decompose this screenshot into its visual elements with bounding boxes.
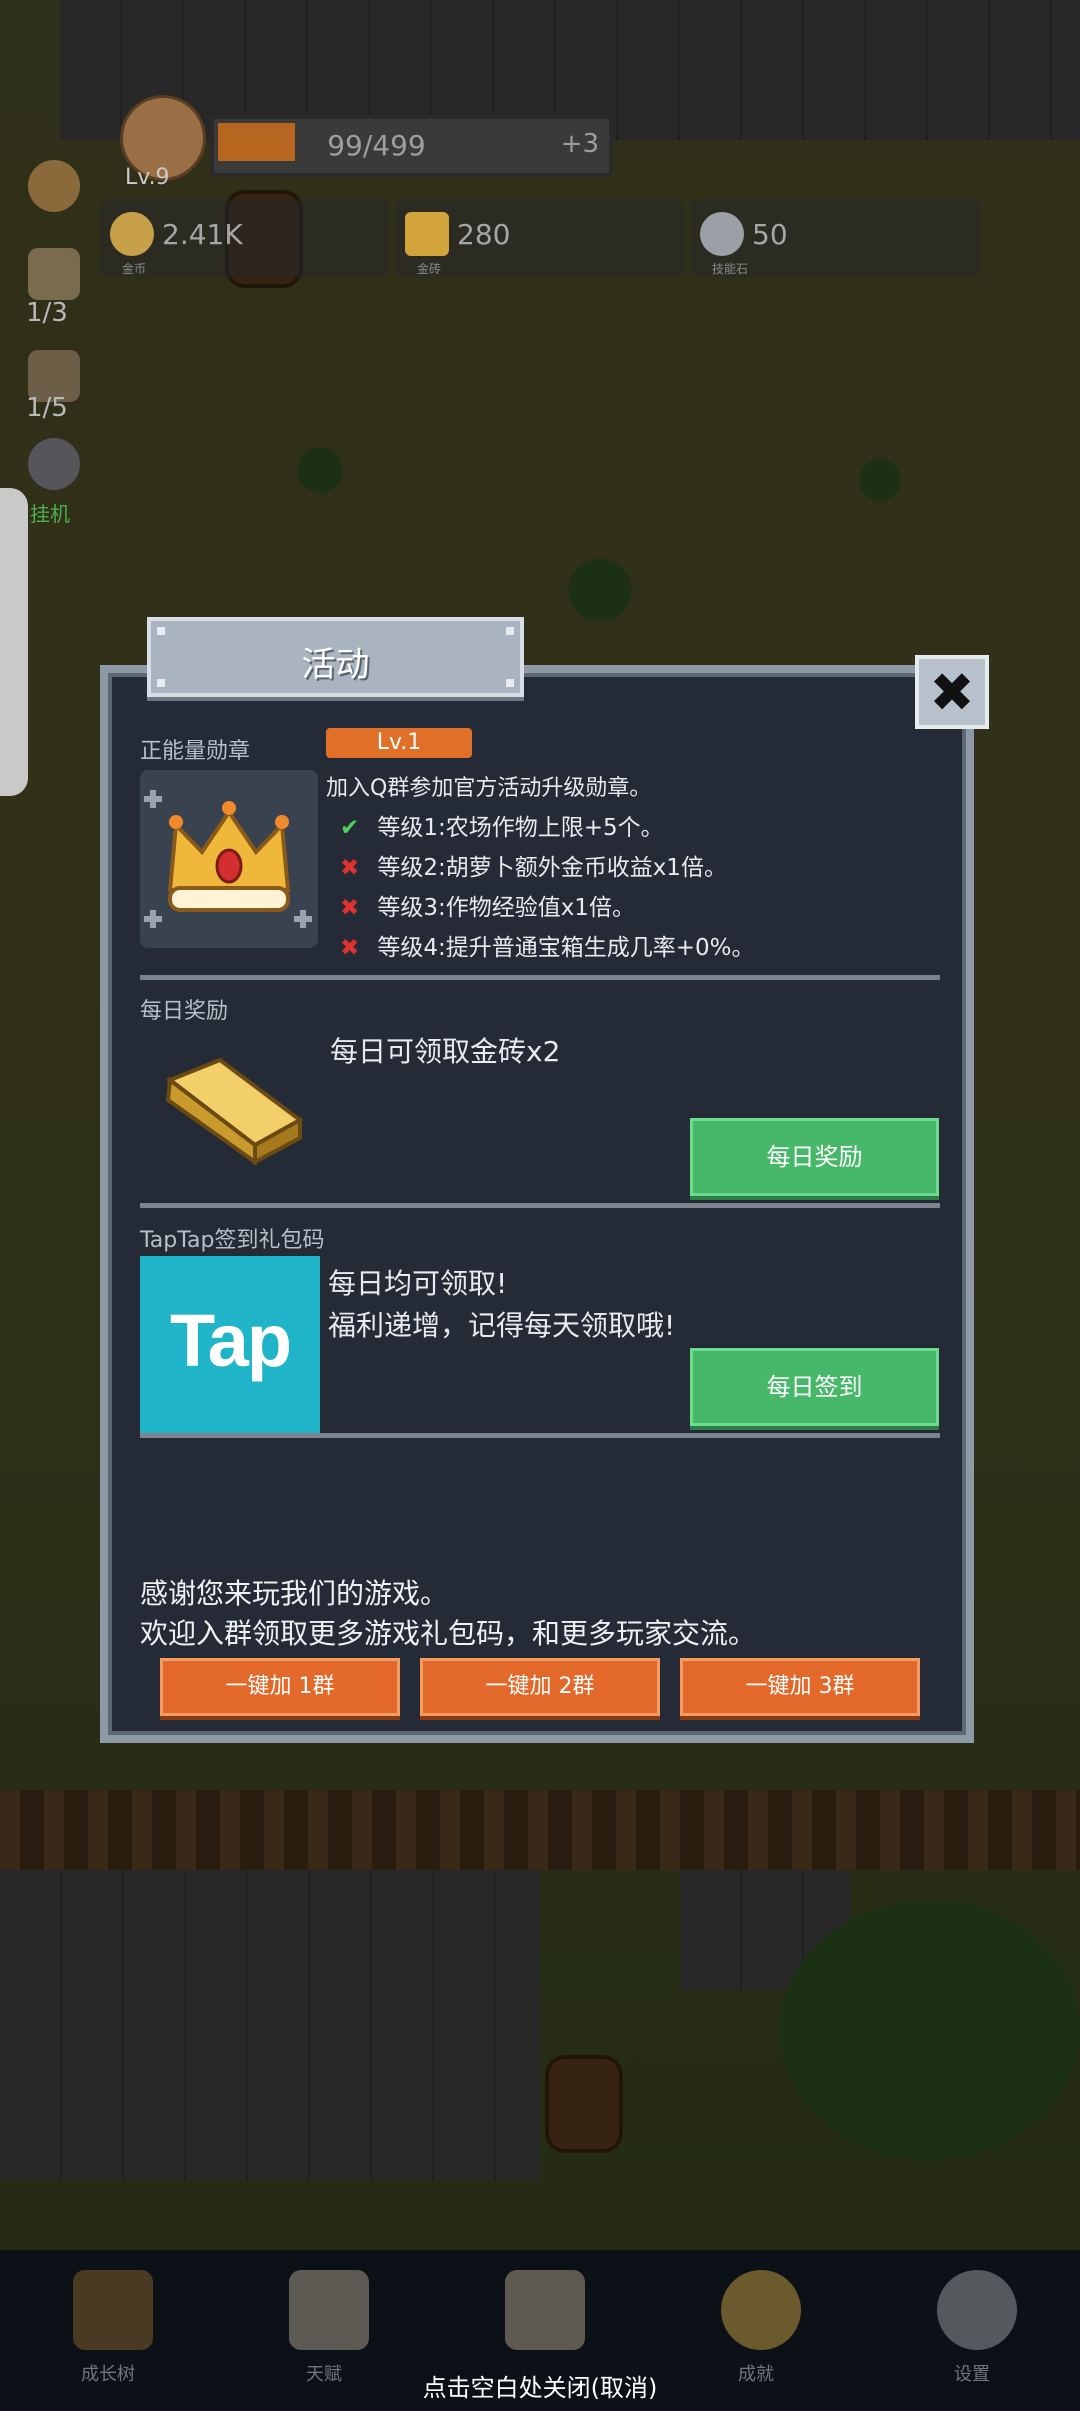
xp-bar: 99/499 +3 (210, 115, 613, 177)
rivet (157, 627, 165, 635)
join-group-3-button[interactable]: 一键加 3群 (680, 1658, 920, 1716)
join-group-2-button[interactable]: 一键加 2群 (420, 1658, 660, 1716)
xp-bonus: +3 (560, 129, 599, 159)
dialog-title: 活动 (301, 645, 370, 685)
cross-icon: ✖ (340, 895, 360, 921)
resource-label: 金砖 (417, 262, 442, 276)
medal-level-badge: Lv.1 (326, 728, 472, 758)
cross-icon: ✖ (340, 935, 360, 961)
medal-level-text: 等级2:胡萝卜额外金币收益x1倍。 (377, 855, 727, 881)
dialog-title-plate: 活动 (147, 617, 524, 697)
section-divider (140, 1203, 940, 1208)
gold-coin-icon (110, 212, 154, 256)
thanks-text: 感谢您来玩我们的游戏。 (140, 1577, 449, 1610)
daily-section-title: 每日奖励 (140, 999, 229, 1024)
taptap-section-title: TapTap签到礼包码 (140, 1228, 325, 1253)
daily-checkin-button[interactable]: 每日签到 (690, 1348, 939, 1426)
resource-gold[interactable]: 2.41K 金币 (100, 200, 390, 278)
taptap-logo: Tap (140, 1256, 320, 1434)
gold-brick-icon (405, 212, 449, 256)
resource-label: 技能石 (712, 262, 749, 276)
medal-level-text: 等级4:提升普通宝箱生成几率+0%。 (377, 935, 755, 961)
xp-text: 99/499 (327, 129, 426, 162)
medal-badge (140, 770, 318, 948)
taptap-logo-text: Tap (169, 1299, 292, 1382)
resource-value: 280 (457, 218, 511, 251)
daily-reward-text: 每日可领取金砖x2 (330, 1035, 561, 1068)
join-group-1-button[interactable]: 一键加 1群 (160, 1658, 400, 1716)
join-group-text: 欢迎入群领取更多游戏礼包码，和更多玩家交流。 (140, 1617, 757, 1650)
medal-level-text: 等级1:农场作物上限+5个。 (377, 815, 664, 841)
resource-value: 2.41K (162, 218, 243, 251)
resource-gold-brick[interactable]: 280 金砖 (395, 200, 685, 278)
side-counter: 1/5 (26, 393, 68, 423)
section-divider (140, 1433, 940, 1438)
medal-level-row: ✖ 等级2:胡萝卜额外金币收益x1倍。 (340, 848, 727, 882)
player-level: Lv.9 (125, 165, 170, 190)
check-icon: ✔ (340, 815, 360, 841)
close-icon: ✖ (929, 661, 975, 724)
gear-icon (937, 2270, 1017, 2350)
medal-level-row: ✖ 等级3:作物经验值x1倍。 (340, 888, 635, 922)
close-hint[interactable]: 点击空白处关闭(取消) (0, 2368, 1080, 2403)
section-divider (140, 975, 940, 980)
crown-icon[interactable] (28, 160, 80, 212)
daily-reward-button[interactable]: 每日奖励 (690, 1118, 939, 1196)
resource-value: 50 (752, 218, 788, 251)
medal-level-row: ✖ 等级4:提升普通宝箱生成几率+0%。 (340, 928, 754, 962)
map-icon (505, 2270, 585, 2350)
cross-icon: ✖ (340, 855, 360, 881)
close-button[interactable]: ✖ (915, 655, 989, 729)
candle-icon[interactable] (28, 248, 80, 300)
rivet (506, 627, 514, 635)
gold-brick-icon (165, 1057, 304, 1166)
taptap-line2: 福利递增，记得每天领取哦! (328, 1309, 676, 1342)
scroll-icon (289, 2270, 369, 2350)
resource-label: 金币 (122, 262, 147, 276)
side-counter: 1/3 (26, 298, 68, 328)
key-icon (721, 2270, 801, 2350)
medal-description: 加入Q群参加官方活动升级勋章。 (326, 776, 652, 801)
key-icon[interactable] (28, 438, 80, 490)
crown-icon (144, 790, 312, 928)
medal-level-row: ✔ 等级1:农场作物上限+5个。 (340, 808, 664, 842)
medal-section-title: 正能量勋章 (140, 739, 251, 764)
side-drawer-handle[interactable] (0, 488, 28, 796)
medal-level-text: 等级3:作物经验值x1倍。 (377, 895, 635, 921)
idle-label: 挂机 (30, 502, 70, 526)
skill-stone-icon (700, 212, 744, 256)
book-icon (73, 2270, 153, 2350)
resource-skill-stone[interactable]: 50 技能石 (690, 200, 980, 278)
taptap-line1: 每日均可领取! (328, 1267, 508, 1300)
